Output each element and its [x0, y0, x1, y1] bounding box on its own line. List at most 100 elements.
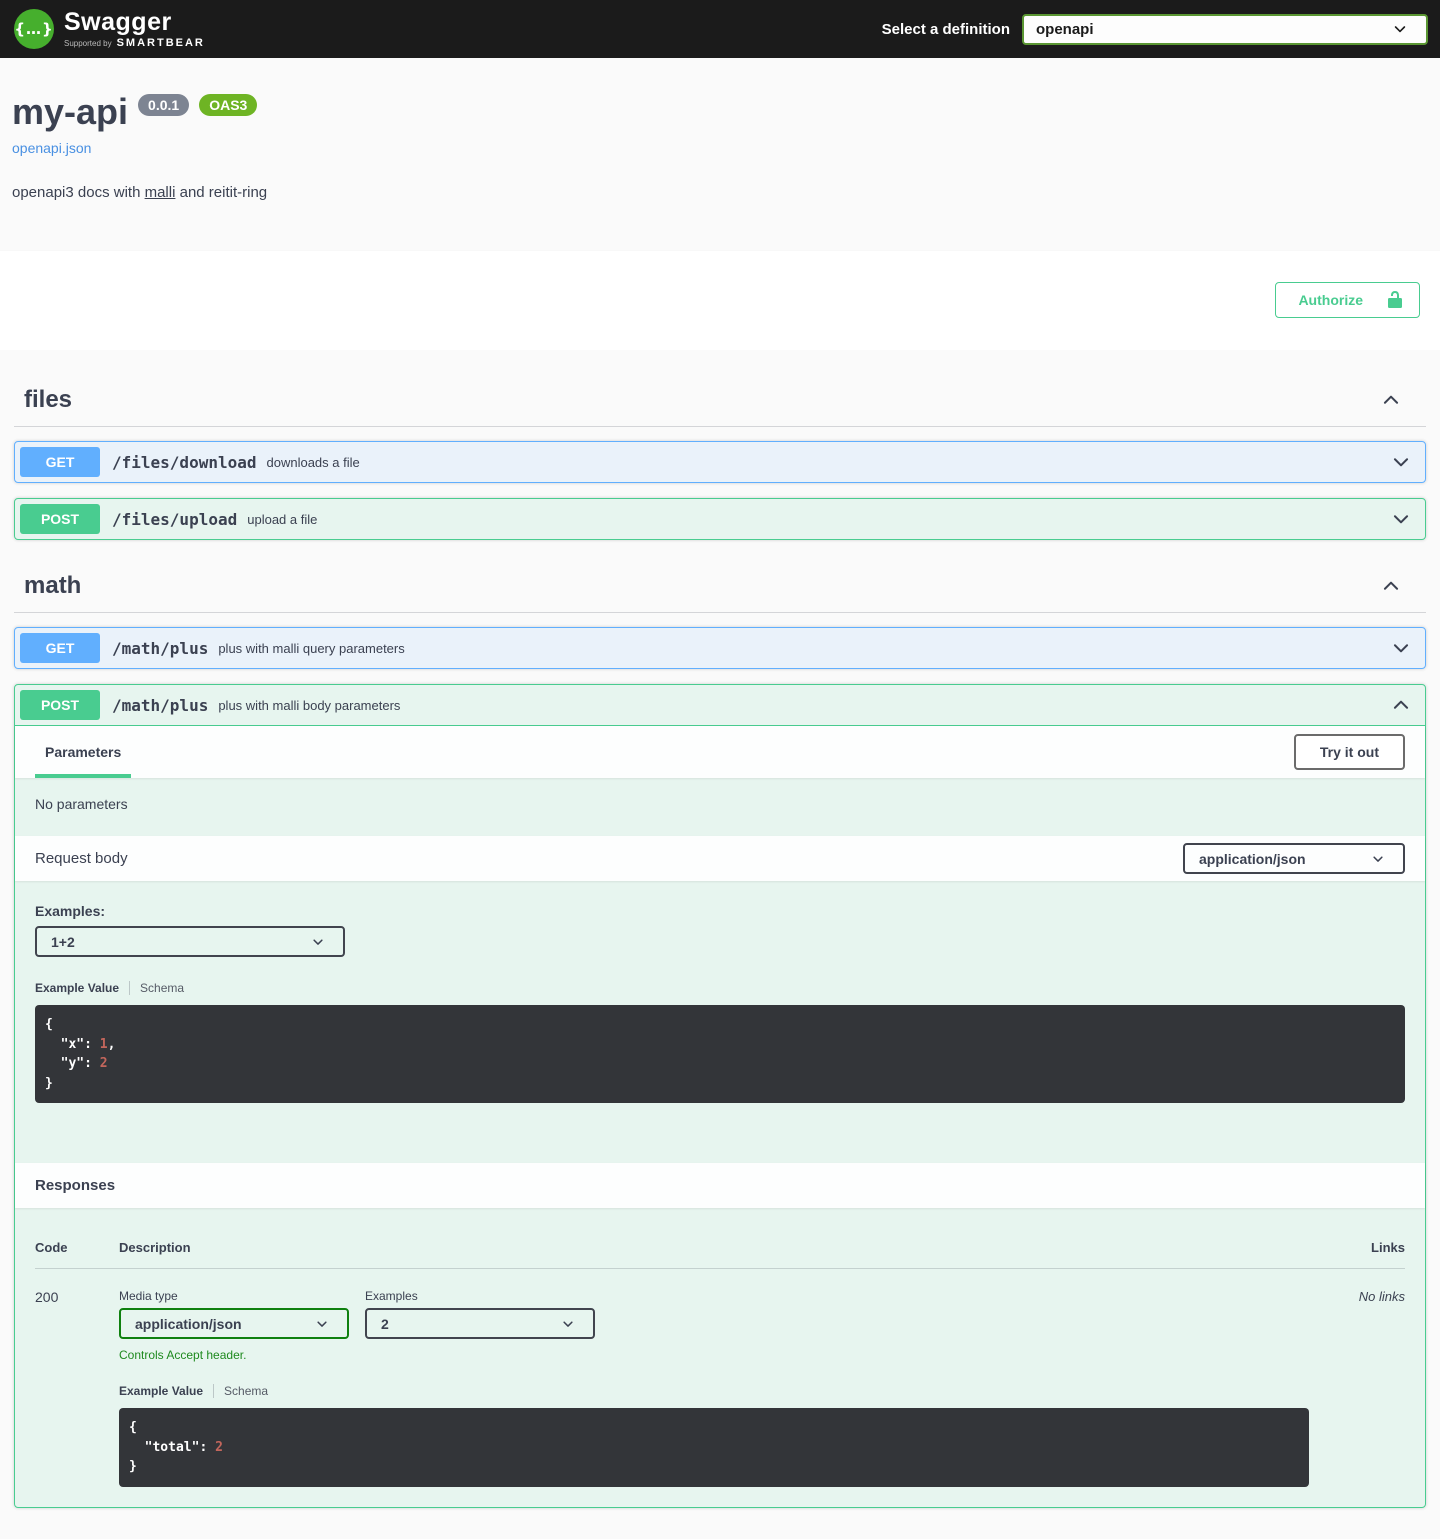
operations-wrapper: files GET /files/download downloads a fi…: [0, 350, 1440, 1539]
method-badge: POST: [20, 504, 100, 534]
api-description: openapi3 docs with malli and reitit-ring: [12, 184, 1428, 201]
tab-schema[interactable]: Schema: [213, 1384, 268, 1398]
swagger-logo-icon: {…}: [14, 9, 54, 49]
chevron-down-icon[interactable]: [1390, 451, 1412, 473]
tab-parameters[interactable]: Parameters: [35, 726, 131, 778]
responses-section: Code Description Links 200 Media type ap…: [15, 1208, 1425, 1507]
operation-summary: plus with malli body parameters: [218, 698, 1390, 713]
request-example-code[interactable]: { "x": 1, "y": 2 }: [35, 1005, 1405, 1103]
media-type-label: Media type: [119, 1289, 349, 1303]
model-example-tabs: Example Value Schema: [119, 1384, 1309, 1398]
operation-path: /math/plus: [112, 639, 208, 658]
tag-title: math: [24, 572, 81, 600]
definition-select-value: openapi: [1036, 21, 1094, 38]
responses-title: Responses: [35, 1177, 115, 1194]
request-body-section: Examples: 1+2 Example Value Schema { "x"…: [15, 881, 1425, 1163]
chevron-up-icon[interactable]: [1380, 575, 1402, 597]
request-example-value: 1+2: [51, 934, 75, 950]
chevron-down-icon: [561, 1317, 575, 1331]
column-code: Code: [35, 1240, 119, 1255]
response-code: 200: [35, 1289, 119, 1487]
scheme-container: Authorize: [0, 251, 1440, 350]
authorize-label: Authorize: [1298, 292, 1363, 308]
operation-path: /math/plus: [112, 696, 208, 715]
content-type-value: application/json: [1199, 851, 1306, 867]
operation-summary-row[interactable]: POST /math/plus plus with malli body par…: [15, 685, 1425, 726]
topbar: {…} Swagger Supported by SMARTBEAR Selec…: [0, 0, 1440, 58]
response-media-type-select[interactable]: application/json: [119, 1308, 349, 1339]
chevron-down-icon: [315, 1317, 329, 1331]
parameters-tab-label: Parameters: [45, 744, 121, 760]
model-example-tabs: Example Value Schema: [35, 981, 1405, 995]
media-type-value: application/json: [135, 1316, 242, 1332]
tag-header-files[interactable]: files: [14, 374, 1426, 427]
tag-title: files: [24, 386, 72, 414]
response-examples-label: Examples: [365, 1289, 595, 1303]
responses-table-header: Code Description Links: [35, 1228, 1405, 1269]
tab-example-value[interactable]: Example Value: [35, 981, 129, 995]
description-text: openapi3 docs with: [12, 184, 145, 201]
tab-schema[interactable]: Schema: [129, 981, 184, 995]
logo-braces-glyph: {…}: [14, 20, 53, 38]
method-badge: POST: [20, 690, 100, 720]
operation-row-get-math-plus[interactable]: GET /math/plus plus with malli query par…: [14, 627, 1426, 669]
api-info-section: my-api 0.0.1 OAS3 openapi.json openapi3 …: [0, 58, 1440, 251]
definition-selector: Select a definition openapi: [882, 14, 1428, 45]
brand-text: Swagger Supported by SMARTBEAR: [64, 10, 205, 49]
request-examples-select[interactable]: 1+2: [35, 926, 345, 957]
method-badge: GET: [20, 633, 100, 663]
swagger-logo[interactable]: {…} Swagger Supported by SMARTBEAR: [14, 9, 205, 49]
response-examples-select[interactable]: 2: [365, 1308, 595, 1339]
response-description: Media type application/json Examples 2: [119, 1289, 1309, 1487]
response-example-value: 2: [381, 1316, 389, 1332]
response-row-200: 200 Media type application/json: [35, 1269, 1405, 1487]
request-body-header: Request body application/json: [15, 836, 1425, 881]
chevron-down-icon: [1371, 852, 1385, 866]
description-text: and reitit-ring: [175, 184, 267, 201]
tag-section-math: math GET /math/plus plus with malli quer…: [14, 560, 1426, 1508]
supported-by-label: Supported by: [64, 40, 112, 48]
response-links-value: No links: [1309, 1289, 1405, 1487]
tag-header-math[interactable]: math: [14, 560, 1426, 613]
chevron-down-icon[interactable]: [1390, 637, 1412, 659]
unlocked-padlock-icon: [1385, 290, 1405, 310]
parameters-tab-header: Parameters Try it out: [15, 726, 1425, 778]
try-it-out-button[interactable]: Try it out: [1294, 734, 1405, 770]
chevron-up-icon[interactable]: [1380, 389, 1402, 411]
chevron-down-icon[interactable]: [1390, 508, 1412, 530]
chevron-down-icon: [311, 935, 325, 949]
column-links: Links: [1309, 1240, 1405, 1255]
operation-expanded-post-math-plus: POST /math/plus plus with malli body par…: [14, 684, 1426, 1508]
request-content-type-select[interactable]: application/json: [1183, 843, 1405, 874]
no-parameters-message: No parameters: [15, 778, 1425, 836]
tab-example-value[interactable]: Example Value: [119, 1384, 213, 1398]
brand-subtitle: Supported by SMARTBEAR: [64, 38, 205, 49]
chevron-down-icon: [1392, 21, 1408, 37]
examples-label: Examples:: [35, 903, 1405, 919]
operation-row-get-files-download[interactable]: GET /files/download downloads a file: [14, 441, 1426, 483]
brand-name: Swagger: [64, 10, 205, 35]
method-badge: GET: [20, 447, 100, 477]
responses-header: Responses: [15, 1163, 1425, 1208]
operation-row-post-files-upload[interactable]: POST /files/upload upload a file: [14, 498, 1426, 540]
authorize-button[interactable]: Authorize: [1275, 282, 1420, 318]
tag-section-files: files GET /files/download downloads a fi…: [14, 374, 1426, 540]
smartbear-label: SMARTBEAR: [117, 38, 205, 49]
page-title: my-api: [12, 94, 128, 130]
operation-summary: downloads a file: [267, 455, 1391, 470]
select-definition-label: Select a definition: [882, 21, 1010, 38]
chevron-up-icon[interactable]: [1390, 694, 1412, 716]
accept-header-note: Controls Accept header.: [119, 1348, 1309, 1362]
operation-path: /files/upload: [112, 510, 237, 529]
request-body-label: Request body: [35, 850, 128, 867]
version-badge: 0.0.1: [138, 94, 189, 116]
operation-summary: plus with malli query parameters: [218, 641, 1390, 656]
definition-select[interactable]: openapi: [1022, 14, 1428, 45]
column-description: Description: [119, 1240, 1309, 1255]
response-example-code[interactable]: { "total": 2 }: [119, 1408, 1309, 1487]
spec-url-link[interactable]: openapi.json: [12, 140, 91, 156]
operation-path: /files/download: [112, 453, 257, 472]
malli-link[interactable]: malli: [145, 184, 176, 201]
operation-summary: upload a file: [247, 512, 1390, 527]
oas-badge: OAS3: [199, 94, 257, 116]
